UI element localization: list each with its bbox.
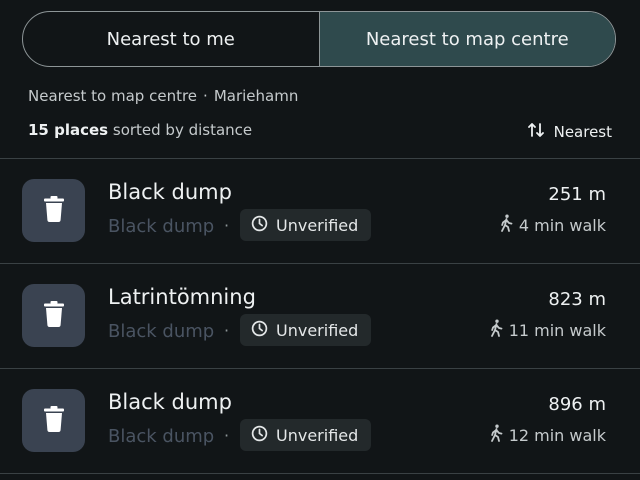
results-summary: 15 places sorted by distance xyxy=(28,121,252,139)
context-mode: Nearest to map centre xyxy=(28,87,198,105)
place-name: Black dump xyxy=(108,390,232,414)
distance: 251 m xyxy=(548,184,606,205)
clock-icon xyxy=(251,320,268,341)
status-badge: Unverified xyxy=(240,419,371,451)
walk-time: 12 min walk xyxy=(489,424,606,446)
trash-icon xyxy=(43,195,65,226)
status-label: Unverified xyxy=(276,215,359,235)
list-item[interactable]: Black dump Black dump · Unverified 896 m… xyxy=(0,369,640,473)
status-label: Unverified xyxy=(276,320,359,340)
meta-separator: · xyxy=(224,216,230,235)
walk-time-label: 11 min walk xyxy=(508,320,606,340)
walking-person-icon xyxy=(489,424,503,446)
place-type-icon-tile xyxy=(22,284,85,347)
place-type-icon-tile xyxy=(22,179,85,242)
results-sort-note: sorted by distance xyxy=(112,121,253,139)
walking-person-icon xyxy=(499,214,513,236)
divider xyxy=(0,473,640,474)
context-location: Mariehamn xyxy=(213,87,299,105)
trash-icon xyxy=(43,300,65,331)
walk-time-label: 4 min walk xyxy=(518,215,606,235)
status-badge: Unverified xyxy=(240,314,371,346)
walk-time: 11 min walk xyxy=(489,319,606,341)
clock-icon xyxy=(251,215,268,236)
list-item[interactable]: Black dump Black dump · Unverified 251 m… xyxy=(0,159,640,263)
list-item[interactable]: Latrintömning Black dump · Unverified 82… xyxy=(0,264,640,368)
distance: 896 m xyxy=(548,394,606,415)
walking-person-icon xyxy=(489,319,503,341)
context-separator: · xyxy=(203,87,208,105)
sort-arrows-icon xyxy=(527,121,544,143)
sort-button[interactable]: Nearest xyxy=(527,121,612,143)
sort-label: Nearest xyxy=(553,123,612,141)
trash-icon xyxy=(43,405,65,436)
clock-icon xyxy=(251,425,268,446)
walk-time-label: 12 min walk xyxy=(508,425,606,445)
nearest-to-map-centre-button[interactable]: Nearest to map centre xyxy=(319,12,615,66)
place-category: Black dump xyxy=(108,216,215,237)
walk-time: 4 min walk xyxy=(499,214,606,236)
location-mode-toggle: Nearest to me Nearest to map centre xyxy=(22,11,616,67)
place-category: Black dump xyxy=(108,426,215,447)
distance: 823 m xyxy=(548,289,606,310)
place-type-icon-tile xyxy=(22,389,85,452)
place-name: Latrintömning xyxy=(108,285,256,309)
location-context: Nearest to map centre · Mariehamn xyxy=(28,87,298,105)
place-name: Black dump xyxy=(108,180,232,204)
meta-separator: · xyxy=(224,426,230,445)
status-label: Unverified xyxy=(276,425,359,445)
results-count: 15 places xyxy=(28,121,109,139)
nearest-to-me-button[interactable]: Nearest to me xyxy=(23,12,320,66)
status-badge: Unverified xyxy=(240,209,371,241)
place-category: Black dump xyxy=(108,321,215,342)
meta-separator: · xyxy=(224,321,230,340)
